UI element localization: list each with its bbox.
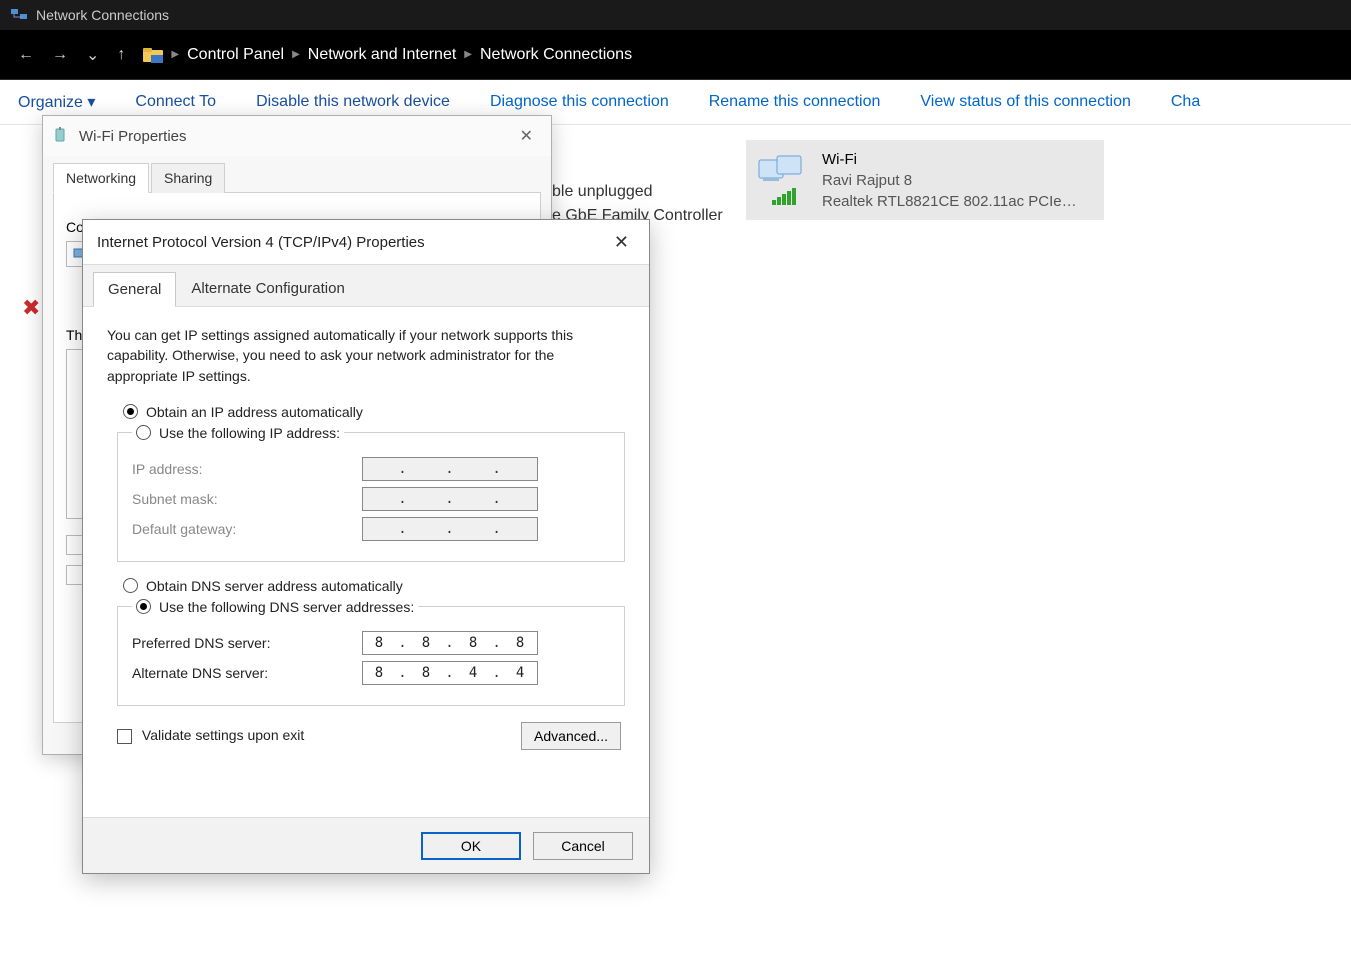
obscured-red-x-icon: ✖	[22, 295, 40, 321]
breadcrumb-item[interactable]: Network Connections	[480, 46, 632, 64]
obscured-status-text: ble unplugged	[552, 183, 653, 201]
cmd-diagnose[interactable]: Diagnose this connection	[490, 93, 669, 111]
dialog-title: Wi-Fi Properties	[79, 128, 187, 145]
radio-obtain-ip-auto[interactable]	[123, 404, 138, 419]
tab-alternate-configuration[interactable]: Alternate Configuration	[176, 271, 359, 306]
connection-adapter: Realtek RTL8821CE 802.11ac PCIe…	[822, 191, 1094, 212]
dialog-title: Internet Protocol Version 4 (TCP/IPv4) P…	[97, 234, 425, 251]
location-icon	[143, 46, 165, 64]
radio-use-following-ip-label: Use the following IP address:	[159, 425, 340, 441]
breadcrumb-item[interactable]: Control Panel	[187, 46, 284, 64]
connection-ssid: Ravi Rajput 8	[822, 170, 1094, 191]
advanced-button[interactable]: Advanced...	[521, 722, 621, 750]
tab-general[interactable]: General	[93, 272, 176, 307]
input-subnet-mask: ...	[362, 487, 538, 511]
cmd-change-settings-partial[interactable]: Cha	[1171, 93, 1200, 111]
cmd-rename[interactable]: Rename this connection	[709, 93, 881, 111]
cmd-organize[interactable]: Organize ▾	[18, 92, 95, 112]
cmd-connect-to[interactable]: Connect To	[135, 93, 216, 111]
label-subnet-mask: Subnet mask:	[132, 491, 362, 507]
close-icon[interactable]: ✕	[512, 124, 541, 148]
radio-obtain-dns-auto-label: Obtain DNS server address automatically	[146, 578, 403, 594]
close-icon[interactable]: ✕	[608, 230, 635, 255]
nav-forward-icon[interactable]: →	[52, 46, 68, 64]
description-text: You can get IP settings assigned automat…	[107, 325, 625, 386]
nav-back-icon[interactable]: ←	[18, 46, 34, 64]
ok-button[interactable]: OK	[421, 832, 521, 860]
label-default-gateway: Default gateway:	[132, 521, 362, 537]
radio-obtain-ip-auto-label: Obtain an IP address automatically	[146, 404, 363, 420]
radio-use-following-ip[interactable]	[136, 425, 151, 440]
input-alternate-dns[interactable]: 8. 8. 4. 4	[362, 661, 538, 685]
cancel-button[interactable]: Cancel	[533, 832, 633, 860]
radio-use-following-dns-label: Use the following DNS server addresses:	[159, 599, 414, 615]
checkbox-validate-settings-label: Validate settings upon exit	[142, 727, 304, 743]
nav-history-dropdown-icon[interactable]: ⌄	[86, 45, 99, 65]
network-connections-icon	[10, 6, 28, 24]
wifi-signal-icon	[771, 188, 797, 206]
connection-name: Wi-Fi	[822, 149, 1094, 170]
breadcrumb-item[interactable]: Network and Internet	[308, 46, 457, 64]
breadcrumb-sep-icon: ▶	[292, 49, 300, 60]
label-preferred-dns: Preferred DNS server:	[132, 635, 362, 651]
breadcrumb-sep-icon: ▶	[464, 49, 472, 60]
validate-settings-row[interactable]: Validate settings upon exit	[117, 727, 304, 744]
input-preferred-dns[interactable]: 8. 8. 8. 8	[362, 631, 538, 655]
window-titlebar: Network Connections	[0, 0, 1351, 30]
cmd-view-status[interactable]: View status of this connection	[920, 93, 1131, 111]
network-connection-tile[interactable]: Wi-Fi Ravi Rajput 8 Realtek RTL8821CE 80…	[746, 140, 1104, 220]
ipv4-properties-dialog: Internet Protocol Version 4 (TCP/IPv4) P…	[82, 219, 650, 874]
breadcrumb-sep-icon: ▶	[171, 49, 179, 60]
radio-use-following-dns[interactable]	[136, 599, 151, 614]
checkbox-validate-settings[interactable]	[117, 729, 132, 744]
explorer-navbar: ← → ⌄ ↑ ▶ Control Panel ▶ Network and In…	[0, 30, 1351, 80]
label-ip-address: IP address:	[132, 461, 362, 477]
cmd-disable-device[interactable]: Disable this network device	[256, 93, 450, 111]
tab-sharing[interactable]: Sharing	[151, 163, 225, 193]
input-default-gateway: ...	[362, 517, 538, 541]
input-ip-address: ...	[362, 457, 538, 481]
nav-up-icon[interactable]: ↑	[117, 46, 125, 64]
breadcrumb: ▶ Control Panel ▶ Network and Internet ▶…	[171, 46, 632, 64]
radio-obtain-dns-auto[interactable]	[123, 578, 138, 593]
label-alternate-dns: Alternate DNS server:	[132, 665, 362, 681]
adapter-icon	[53, 127, 71, 145]
tab-networking[interactable]: Networking	[53, 163, 149, 193]
window-title: Network Connections	[36, 7, 169, 23]
